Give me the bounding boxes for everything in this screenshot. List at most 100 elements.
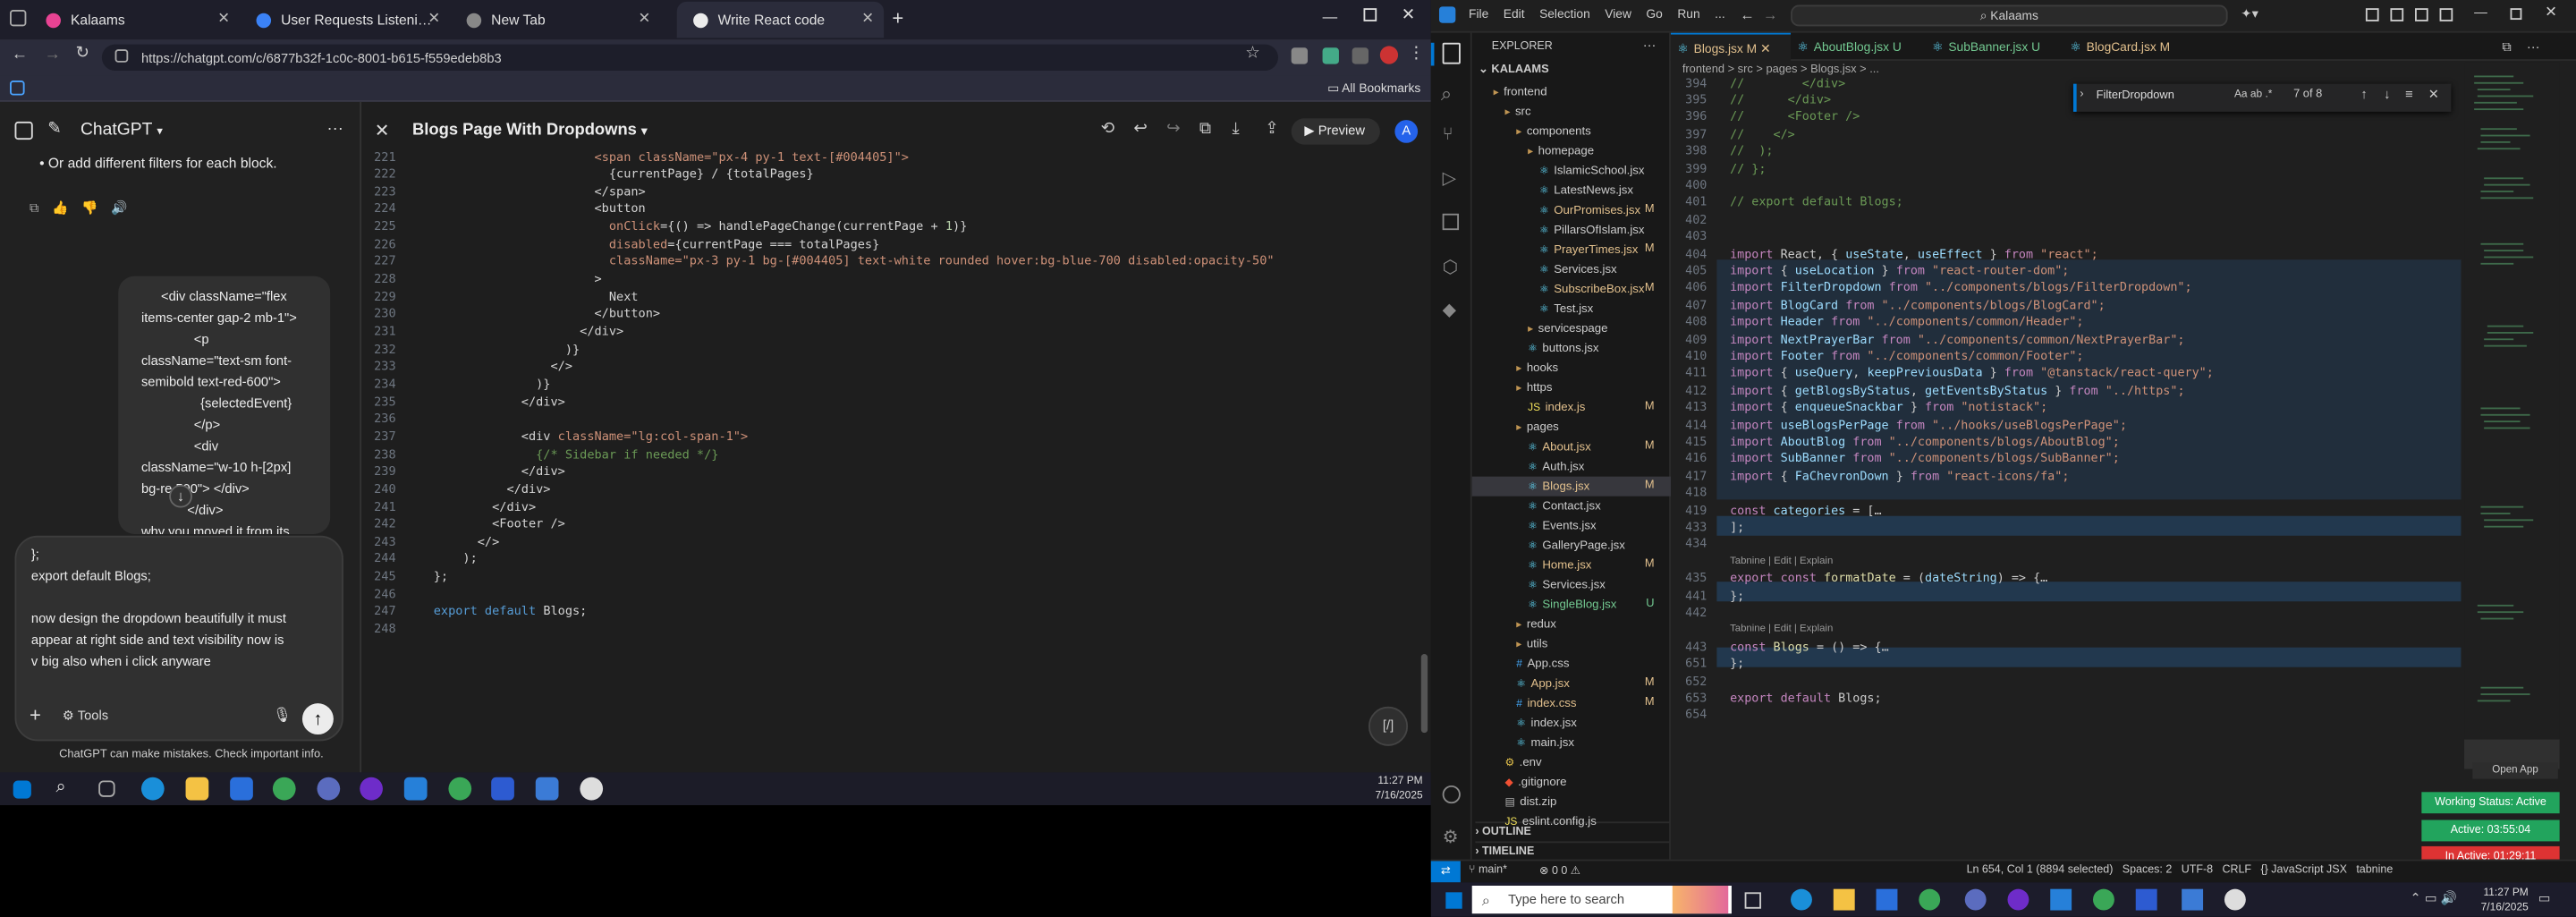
edge-icon[interactable]	[1791, 888, 1812, 911]
git-branch[interactable]: ⑂ main*	[1469, 864, 1507, 876]
match-case-icon[interactable]: Aa ab .*	[2234, 89, 2273, 100]
copy-icon[interactable]: ⧉	[1199, 120, 1211, 138]
edge-icon[interactable]	[140, 777, 165, 801]
close-tab-icon[interactable]: ✕	[217, 10, 230, 28]
tree-folder[interactable]: ▸ hooks	[1472, 358, 1671, 378]
explorer-icon[interactable]	[1442, 42, 1461, 64]
tree-file[interactable]: ⚛ main.jsx	[1472, 733, 1671, 752]
tabnine-icon[interactable]: ◆	[1443, 299, 1457, 320]
system-tray-icons[interactable]: ⌃ ▭ 🔊	[2410, 891, 2457, 906]
tree-file[interactable]: ⚛ LatestNews.jsx	[1472, 181, 1671, 200]
tools-button[interactable]: ⚙ Tools	[63, 709, 108, 724]
settings-gear-icon[interactable]: ⚙	[1443, 827, 1459, 848]
send-button[interactable]: ↑	[301, 703, 334, 735]
search-icon[interactable]: ⌕	[1441, 82, 1452, 107]
tree-folder[interactable]: ▸ src	[1472, 102, 1671, 122]
sidebar-toggle-icon[interactable]	[14, 121, 33, 140]
tree-file[interactable]: ⚙ .env	[1472, 752, 1671, 772]
tree-file[interactable]: ◆ .gitignore	[1472, 772, 1671, 792]
tab-search-icon[interactable]	[10, 10, 27, 27]
problems-indicator[interactable]: ⊗ 0 0 ⚠	[1539, 864, 1580, 878]
scroll-down-button[interactable]: ↓	[169, 484, 192, 508]
thumbs-down-icon[interactable]: 👎	[81, 200, 111, 216]
copilot-icon[interactable]: ✦▾	[2241, 6, 2258, 21]
bookmark-star-icon[interactable]: ☆	[1245, 45, 1259, 63]
undo-icon[interactable]: ↩	[1133, 120, 1147, 138]
tree-folder[interactable]: ▸ homepage	[1472, 141, 1671, 161]
github-desktop-icon[interactable]	[2007, 888, 2029, 911]
tree-folder[interactable]: ▸ frontend	[1472, 82, 1671, 102]
editor-tab-blogcard[interactable]: ⚛ BlogCard.jsx M	[2063, 33, 2195, 61]
file-explorer-icon[interactable]	[1833, 888, 1855, 911]
new-tab-icon[interactable]: +	[892, 6, 903, 30]
chrome-icon[interactable]	[448, 777, 472, 801]
menu-item[interactable]: Go	[1646, 6, 1662, 21]
tree-file[interactable]: ⚛ PrayerTimes.jsx M	[1472, 240, 1671, 259]
extension-icon[interactable]	[1291, 47, 1309, 64]
find-input[interactable]: FilterDropdown	[2097, 87, 2234, 106]
tree-folder[interactable]: ▸ pages	[1472, 418, 1671, 437]
preview-button[interactable]: ▶ Preview	[1291, 118, 1380, 145]
close-tab-icon[interactable]: ✕	[638, 10, 650, 28]
codelens[interactable]: Tabnine | Edit | Explain	[1671, 553, 1833, 570]
redo-icon[interactable]: ↪	[1166, 120, 1180, 138]
code-actions-icon[interactable]: [/]	[1368, 706, 1409, 746]
canvas-title[interactable]: Blogs Page With Dropdowns ▾	[412, 122, 647, 140]
notifications-icon[interactable]: ▭	[2538, 891, 2551, 906]
source-control-icon[interactable]: ⑂	[1443, 125, 1453, 145]
app-icon[interactable]	[580, 777, 604, 801]
menu-item[interactable]: File	[1469, 6, 1488, 21]
microphone-icon[interactable]: 🎙	[273, 707, 292, 725]
accounts-icon[interactable]	[1442, 785, 1461, 804]
open-app-button[interactable]: Open App	[2472, 762, 2558, 779]
new-chat-icon[interactable]: ✎	[47, 120, 61, 138]
github-desktop-icon[interactable]	[360, 777, 383, 801]
profile-avatar[interactable]	[1379, 46, 1399, 64]
copy-icon[interactable]: ⧉	[30, 200, 52, 216]
tree-file[interactable]: ⚛ Services.jsx	[1472, 575, 1671, 595]
chrome-menu-icon[interactable]: ⋮	[1408, 45, 1424, 63]
tree-file[interactable]: ⚛ Test.jsx	[1472, 299, 1671, 318]
menu-item[interactable]: Selection	[1539, 6, 1590, 21]
tree-file[interactable]: # App.css	[1472, 654, 1671, 674]
close-tab-icon[interactable]: ✕	[1760, 41, 1771, 56]
tree-file[interactable]: ⚛ SubscribeBox.jsx M	[1472, 279, 1671, 299]
extensions-icon[interactable]	[1442, 213, 1460, 231]
menu-item[interactable]: View	[1605, 6, 1631, 21]
workspace-root[interactable]: ⌄ KALAAMS	[1479, 63, 1549, 76]
close-tab-icon[interactable]: ✕	[428, 10, 440, 28]
codelens[interactable]: Tabnine | Edit | Explain	[1671, 622, 1833, 639]
tree-file[interactable]: ⚛ App.jsx M	[1472, 674, 1671, 693]
close-canvas-icon[interactable]: ✕	[375, 120, 390, 141]
toggle-sidebar-icon[interactable]	[2390, 8, 2404, 21]
tab-user-requests[interactable]: User Requests Listening Assista✕	[240, 2, 450, 38]
close-window-icon[interactable]: ✕	[1402, 6, 1415, 24]
download-icon[interactable]: ⤓	[1233, 120, 1240, 138]
tree-file[interactable]: ⚛ Services.jsx	[1472, 259, 1671, 279]
zoom-icon[interactable]	[2135, 888, 2157, 911]
menu-item[interactable]: Run	[1677, 6, 1699, 21]
breadcrumb[interactable]: frontend > src > pages > Blogs.jsx > ...	[1682, 64, 1879, 76]
editor-tab-aboutblog[interactable]: ⚛ AboutBlog.jsx U	[1791, 33, 1922, 61]
chevron-right-icon[interactable]: ›	[2080, 89, 2083, 100]
tree-file[interactable]: # index.css M	[1472, 693, 1671, 713]
minimap[interactable]	[2464, 62, 2560, 769]
share-icon[interactable]: ⇪	[1265, 120, 1278, 138]
previous-match-icon[interactable]: ↑	[2360, 87, 2367, 102]
run-debug-icon[interactable]: ▷	[1443, 167, 1457, 189]
find-in-selection-icon[interactable]: ≡	[2405, 87, 2413, 102]
minimize-icon[interactable]: —	[1323, 8, 1338, 24]
app-icon[interactable]	[2224, 888, 2246, 911]
reload-icon[interactable]: ↻	[75, 45, 89, 63]
search-icon[interactable]: ⌕	[55, 777, 79, 801]
tree-folder[interactable]: ▸ servicespage	[1472, 318, 1671, 338]
thumbs-up-icon[interactable]: 👍	[52, 200, 81, 216]
tab-new-tab[interactable]: New Tab ✕	[450, 2, 660, 38]
task-view-icon[interactable]	[1744, 892, 1761, 909]
maximize-icon[interactable]	[2510, 8, 2522, 21]
chrome-icon[interactable]	[1919, 888, 1941, 911]
extensions-puzzle-icon[interactable]	[1352, 47, 1369, 64]
remote-explorer-icon[interactable]: ⬡	[1443, 257, 1459, 277]
editor-tab-blogs[interactable]: ⚛ Blogs.jsx M ✕	[1670, 32, 1792, 61]
history-icon[interactable]: ⟲	[1101, 120, 1114, 138]
